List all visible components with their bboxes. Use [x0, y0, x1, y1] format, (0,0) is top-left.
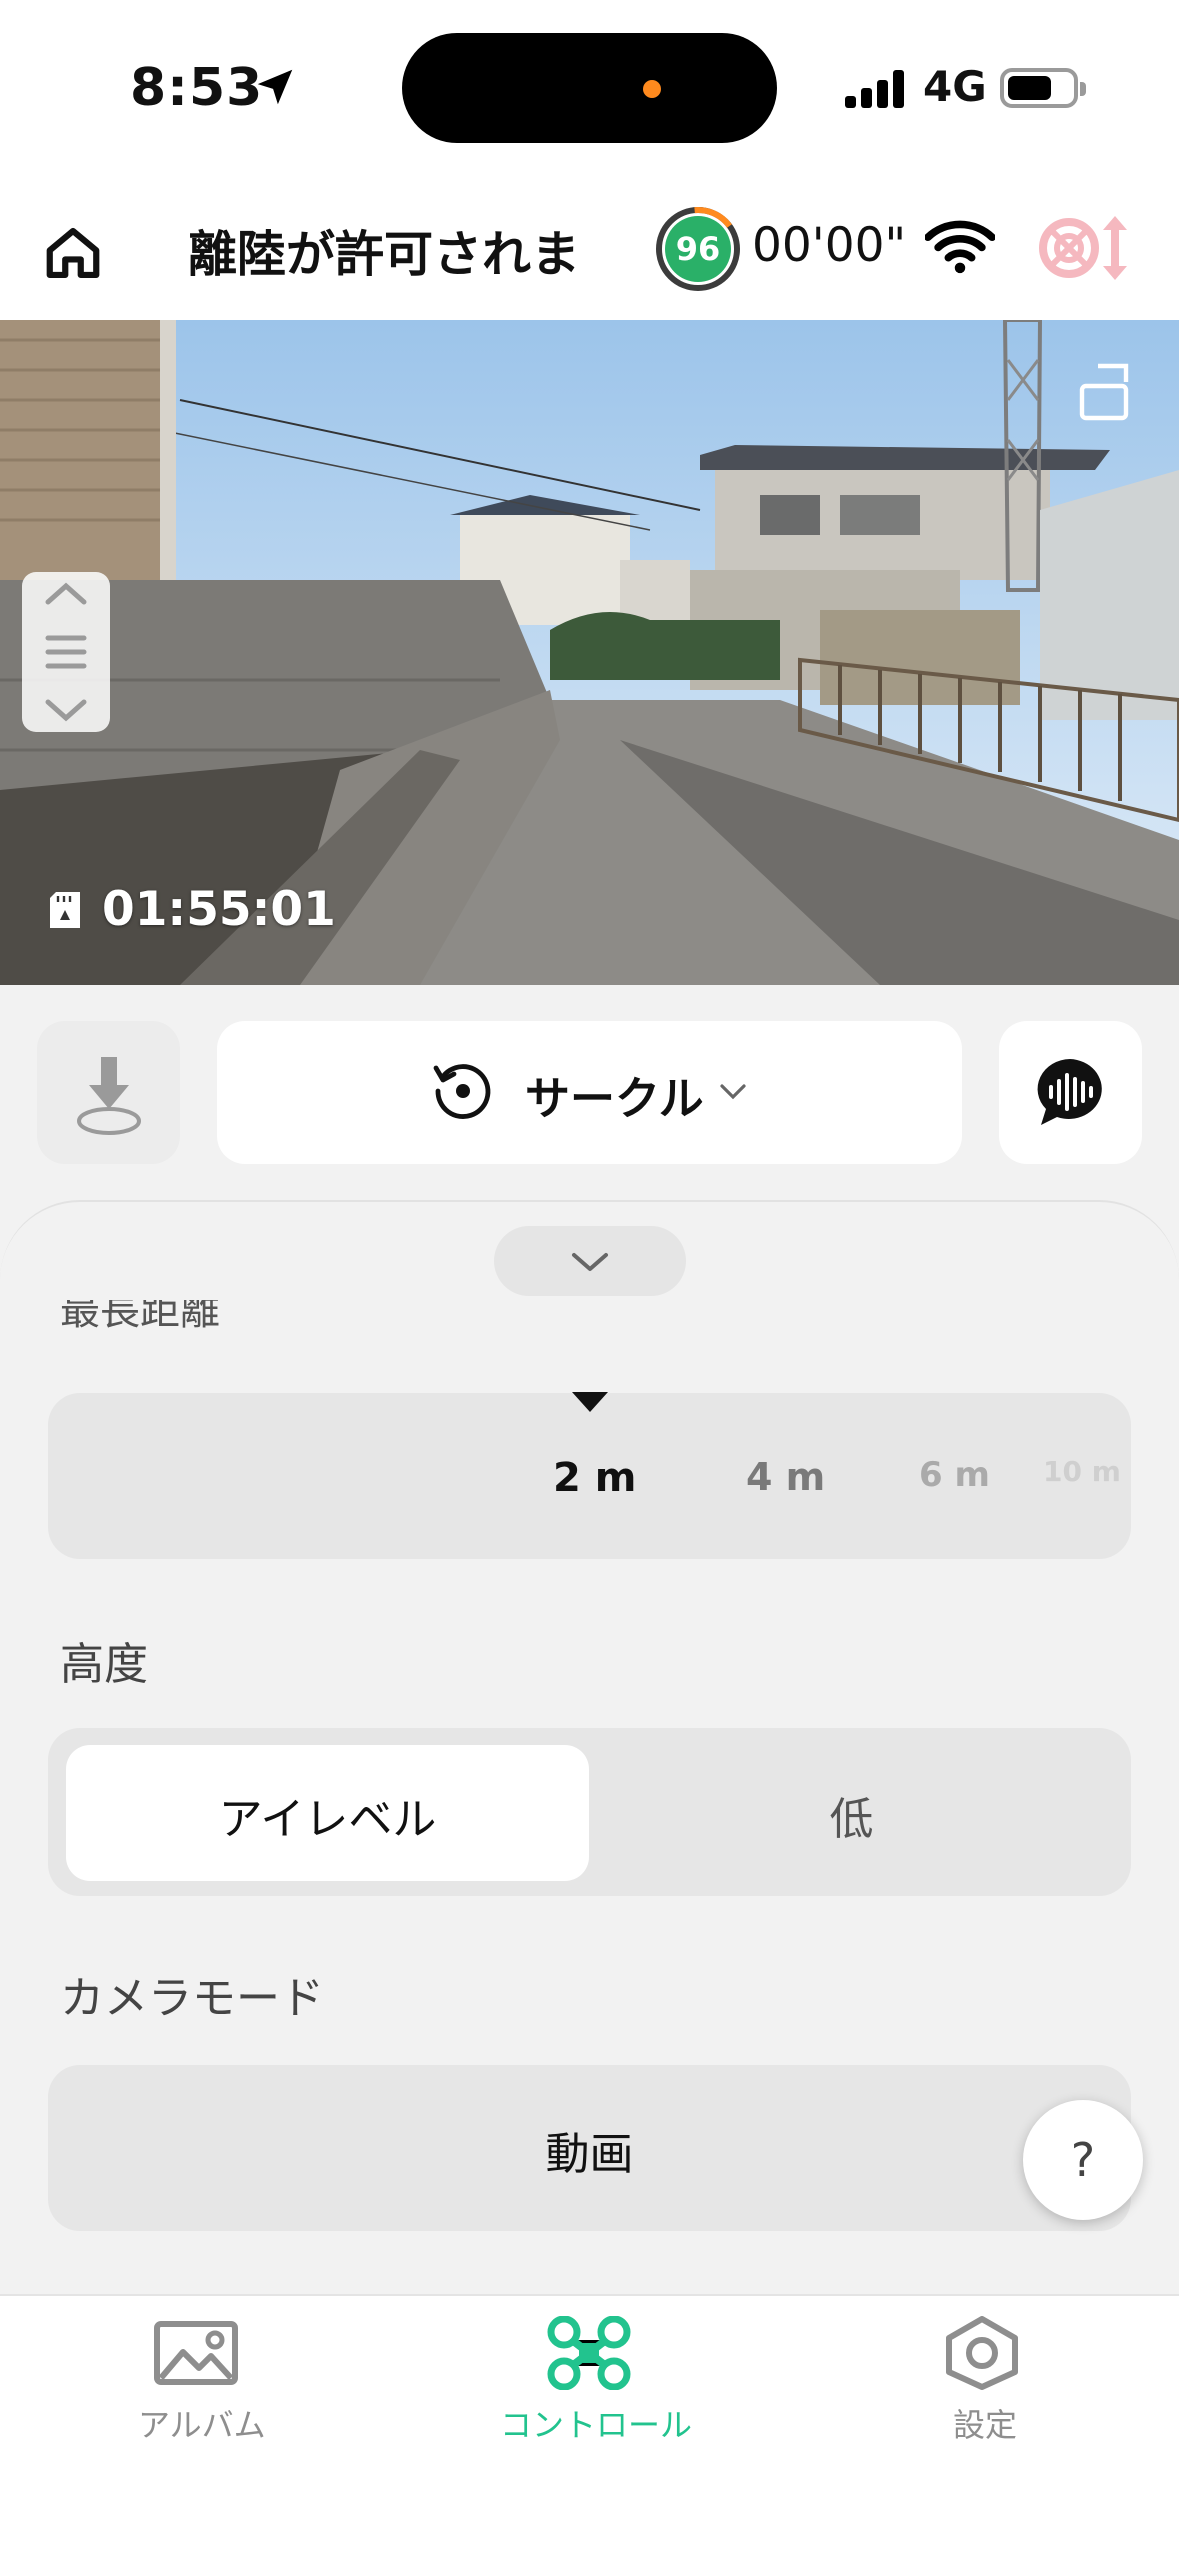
tilt-arrows-icon [45, 582, 87, 722]
phone-battery-fill [1008, 76, 1051, 100]
distance-tick[interactable]: 6 m [919, 1455, 990, 1495]
max-distance-label: 最長距離 [60, 1300, 220, 1334]
cell-signal-icon [845, 70, 905, 108]
drone-icon [547, 2316, 631, 2390]
landing-icon [77, 1057, 141, 1135]
distance-tick[interactable]: 4 m [746, 1455, 825, 1499]
photo-album-icon [154, 2321, 238, 2385]
network-type: 4G [923, 62, 987, 111]
chevron-down-icon [720, 1084, 746, 1100]
drone-battery-value: 96 [675, 230, 721, 268]
rotate-screen-icon[interactable] [1078, 362, 1134, 422]
controller-link-icon[interactable] [1035, 210, 1135, 286]
dynamic-island [402, 33, 777, 143]
land-button[interactable] [37, 1021, 180, 1164]
collapse-sheet-button[interactable] [494, 1226, 686, 1296]
privacy-indicator [643, 80, 661, 98]
distance-pointer-icon [572, 1392, 608, 1412]
chevron-down-icon [572, 1253, 608, 1271]
voice-chat-icon [1037, 1059, 1102, 1125]
remaining-record-time: 01:55:01 [102, 882, 336, 937]
flight-mode-label: サークル [525, 1072, 704, 1125]
home-icon[interactable] [42, 222, 104, 284]
wifi-icon [925, 220, 995, 274]
sd-card-icon [50, 892, 80, 928]
location-arrow-icon [257, 69, 293, 105]
hexagon-settings-icon [946, 2316, 1018, 2390]
camera-mode-value: 動画 [545, 2129, 634, 2180]
app-header [0, 175, 1179, 320]
distance-tick[interactable]: 10 m [1043, 1455, 1121, 1488]
status-time: 8:53 [130, 58, 264, 118]
camera-mode-label: カメラモード [60, 1973, 324, 2024]
tab-album-label: アルバム [138, 2406, 266, 2444]
tab-settings-label: 設定 [953, 2406, 1018, 2444]
height-option-low[interactable]: 低 [590, 1783, 1113, 1847]
height-label: 高度 [60, 1639, 148, 1690]
voice-control-button[interactable] [999, 1021, 1142, 1164]
phone-battery-icon [1000, 68, 1086, 108]
flight-time: 00'00" [752, 218, 907, 273]
help-button[interactable]: ? [1023, 2100, 1143, 2220]
height-option-eye-level[interactable]: アイレベル [66, 1783, 589, 1847]
gimbal-tilt-slider[interactable] [22, 572, 110, 732]
distance-tick[interactable]: 2 m [553, 1455, 636, 1501]
circle-mode-icon [433, 1064, 491, 1119]
takeoff-status-title: 離陸が許可されま [188, 226, 581, 283]
tab-control-label: コントロール [500, 2406, 693, 2444]
